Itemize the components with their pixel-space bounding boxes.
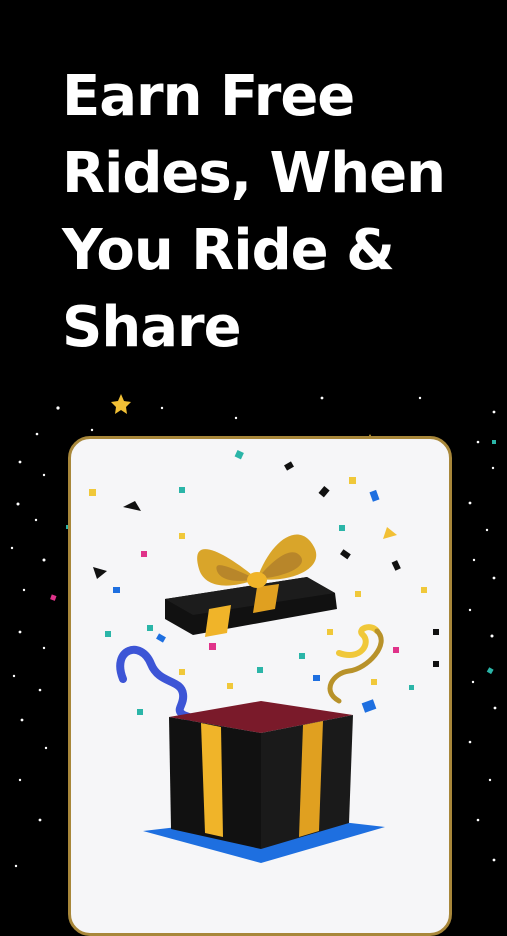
gift-box-body bbox=[169, 701, 353, 849]
headline-line-3: You Ride & bbox=[62, 218, 395, 283]
gift-lid bbox=[165, 534, 337, 637]
headline: Earn Free Rides, When You Ride & Share bbox=[62, 58, 482, 366]
headline-line-4: Share bbox=[62, 295, 242, 360]
headline-line-2: Rides, When bbox=[62, 141, 446, 206]
gift-card bbox=[68, 436, 452, 936]
promo-screen: Earn Free Rides, When You Ride & Share bbox=[0, 0, 507, 936]
gift-box-icon bbox=[89, 450, 439, 863]
headline-line-1: Earn Free bbox=[62, 64, 355, 129]
